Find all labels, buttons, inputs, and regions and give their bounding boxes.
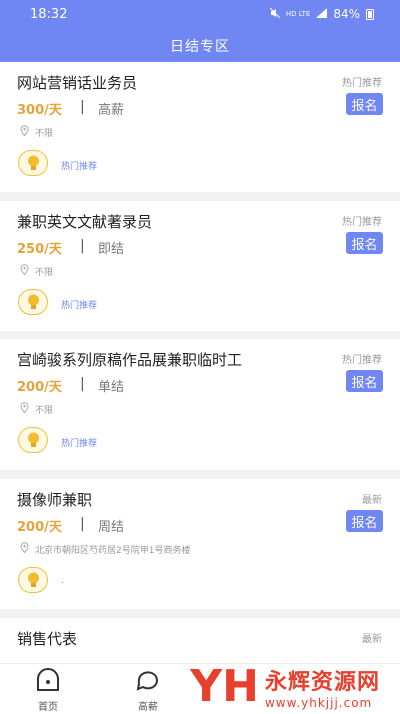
job-type: 单结	[98, 380, 125, 395]
nav-label: 高薪	[138, 702, 158, 713]
job-location: 不限	[35, 268, 54, 278]
hot-label: .	[61, 576, 64, 586]
nav-item-high-salary[interactable]: 高薪	[118, 668, 178, 713]
apply-button[interactable]: 报名	[346, 232, 383, 254]
job-type: 即结	[98, 242, 125, 257]
job-salary: 250/天	[17, 242, 62, 257]
job-type: 周结	[98, 520, 125, 535]
status-indicators: HD LTE 84%	[269, 7, 374, 21]
job-card[interactable]: 摄像师兼职 最新 200/天 | 周结 报名 北京市朝阳区芍药居2号院甲1号商务…	[0, 479, 400, 609]
divider: |	[80, 376, 85, 392]
header: 18:32 HD LTE 84% 日结专区	[0, 0, 400, 62]
job-title: 摄像师兼职	[17, 491, 93, 509]
chat-icon	[136, 671, 158, 691]
job-tag: 最新	[362, 495, 382, 506]
location-pin-icon	[20, 402, 29, 413]
job-title: 网站营销话业务员	[17, 74, 138, 92]
lightbulb-icon	[18, 150, 48, 176]
job-tag: 热门推荐	[342, 217, 382, 228]
job-card[interactable]: 网站营销话业务员 热门推荐 300/天 | 高薪 报名 不限 热门推荐	[0, 62, 400, 192]
status-bar: 18:32 HD LTE 84%	[0, 0, 400, 30]
divider: |	[80, 99, 85, 115]
location-pin-icon	[20, 542, 29, 553]
status-time: 18:32	[30, 7, 68, 22]
job-card[interactable]: 宫崎骏系列原稿作品展兼职临时工 热门推荐 200/天 | 单结 报名 不限 热门…	[0, 339, 400, 470]
home-icon	[37, 668, 59, 691]
hot-label: 热门推荐	[61, 162, 98, 172]
battery-icon	[366, 8, 374, 20]
network-label: HD LTE	[285, 10, 311, 18]
apply-button[interactable]: 报名	[346, 93, 383, 115]
apply-button[interactable]: 报名	[346, 370, 383, 392]
job-salary: 200/天	[17, 380, 62, 395]
job-title: 宫崎骏系列原稿作品展兼职临时工	[17, 351, 243, 369]
job-location: 不限	[35, 129, 54, 139]
lightbulb-icon	[18, 567, 48, 593]
job-title: 销售代表	[17, 630, 78, 648]
job-location: 不限	[35, 406, 54, 416]
watermark-text: 永辉资源网 www.yhkjjj.com	[265, 664, 380, 710]
hot-label: 热门推荐	[61, 301, 98, 311]
location-pin-icon	[20, 264, 29, 275]
lightbulb-icon	[18, 427, 48, 453]
watermark-main: 永辉资源网	[264, 670, 380, 695]
job-tag: 热门推荐	[342, 355, 382, 366]
watermark-url: www.yhkjjj.com	[264, 696, 373, 710]
apply-button[interactable]: 报名	[346, 510, 383, 532]
divider: |	[80, 238, 85, 254]
location-pin-icon	[20, 125, 29, 136]
job-tag: 热门推荐	[342, 78, 382, 89]
nav-label: 首页	[38, 702, 58, 713]
bottom-nav: 首页 高薪 YH 永辉资源网 www.yhkjjj.com	[0, 663, 400, 714]
page-title: 日结专区	[170, 39, 230, 55]
job-location: 北京市朝阳区芍药居2号院甲1号商务楼	[35, 546, 191, 556]
lightbulb-icon	[18, 289, 48, 315]
job-title: 兼职英文文献著录员	[17, 213, 153, 231]
job-salary: 200/天	[17, 520, 62, 535]
hot-label: 热门推荐	[61, 439, 98, 449]
watermark: YH 永辉资源网 www.yhkjjj.com	[190, 661, 380, 712]
app-screen: 18:32 HD LTE 84% 日结专区 网站营销话业务员 热门推荐 300/…	[0, 0, 400, 714]
job-card[interactable]: 兼职英文文献著录员 热门推荐 250/天 | 即结 报名 不限 热门推荐	[0, 201, 400, 331]
signal-icon	[316, 7, 328, 21]
nav-item-home[interactable]: 首页	[18, 668, 78, 713]
job-tag: 最新	[362, 634, 382, 645]
mute-icon	[269, 7, 281, 21]
job-salary: 300/天	[17, 103, 62, 118]
divider: |	[80, 516, 85, 532]
job-type: 高薪	[98, 103, 125, 118]
watermark-logo: YH	[190, 661, 259, 712]
battery-text: 84%	[333, 7, 360, 21]
